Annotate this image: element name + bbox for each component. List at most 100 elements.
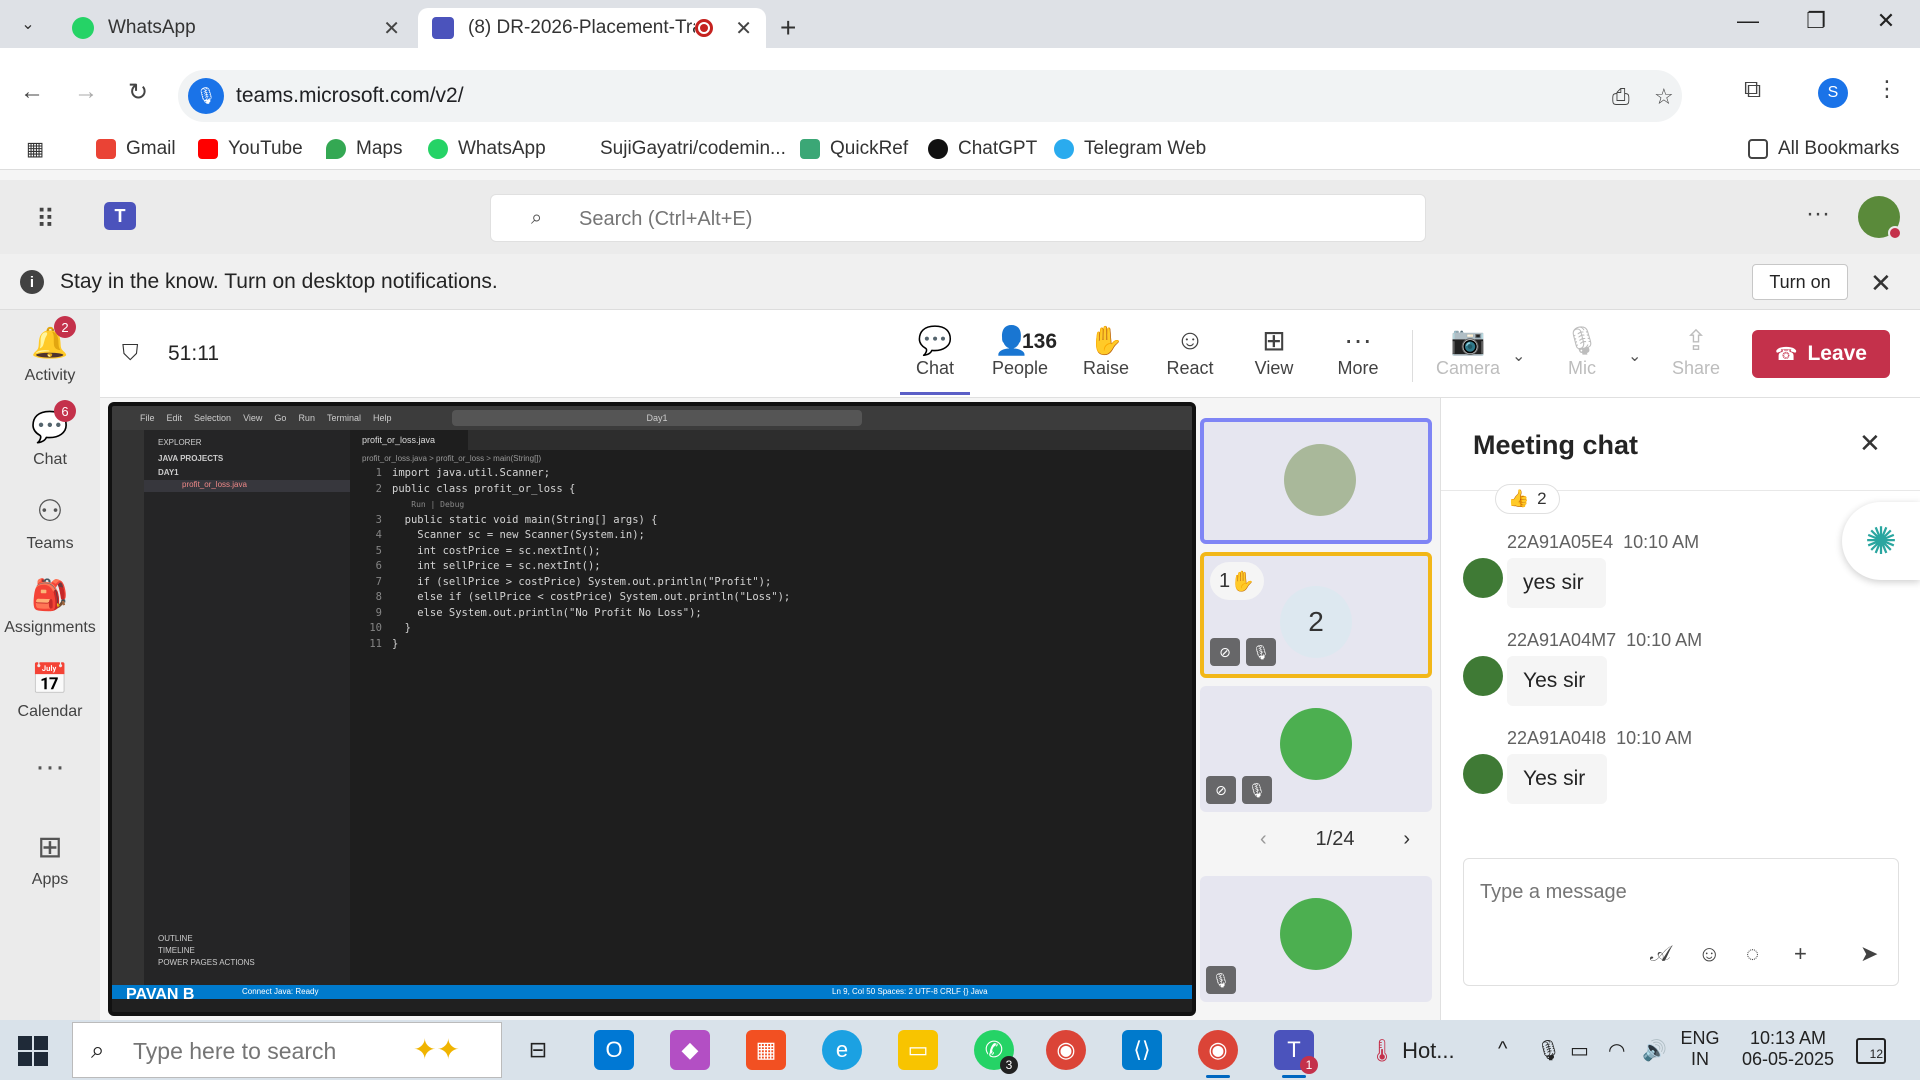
user-avatar[interactable] — [1858, 196, 1902, 240]
tray-mic-icon[interactable]: 🎙 — [1536, 1038, 1561, 1063]
copilot-app-icon[interactable]: ◆ — [670, 1030, 710, 1070]
participant-tile[interactable] — [1200, 418, 1432, 544]
bookmark-gmail[interactable]: Gmail — [96, 138, 176, 160]
reaction-pill[interactable]: 👍 2 — [1495, 484, 1560, 514]
weather-widget[interactable]: 🌡 Hot... — [1368, 1038, 1455, 1064]
bookmark-whatsapp[interactable]: WhatsApp — [428, 138, 546, 160]
minimize-icon[interactable]: — — [1718, 8, 1778, 34]
emoji-icon[interactable]: ☺ — [1698, 941, 1720, 967]
install-app-icon[interactable]: ⎙ — [1612, 84, 1630, 110]
extensions-icon[interactable]: ⧉ — [1744, 76, 1761, 104]
forward-arrow-icon[interactable]: → — [74, 78, 98, 106]
turn-on-button[interactable]: Turn on — [1752, 264, 1848, 300]
whatsapp-icon — [428, 139, 448, 159]
chrome-active-icon[interactable]: ◉ — [1198, 1030, 1238, 1078]
window-close-icon[interactable]: ✕ — [1856, 8, 1916, 34]
camera-button[interactable]: 📷 Camera — [1428, 324, 1508, 379]
tab-close-icon[interactable]: ✕ — [735, 16, 752, 41]
tab-whatsapp[interactable]: WhatsApp ✕ — [58, 8, 414, 48]
omnibox[interactable]: 🎙 teams.microsoft.com/v2/ ⎙ ☆ — [178, 70, 1682, 122]
camera-options-chevron-icon[interactable]: ⌄ — [1512, 346, 1525, 366]
rail-more[interactable]: ··· — [0, 750, 100, 790]
task-view-icon[interactable]: ⊟ — [518, 1030, 558, 1070]
more-options-icon[interactable]: ··· — [1806, 200, 1830, 228]
more-button[interactable]: ··· More — [1318, 324, 1398, 379]
bookmark-telegram[interactable]: Telegram Web — [1054, 138, 1206, 160]
leave-button[interactable]: ☎ Leave — [1752, 330, 1890, 378]
bookmark-codemind[interactable]: SujiGayatri/codemin... — [600, 138, 786, 160]
back-arrow-icon[interactable]: ← — [20, 78, 44, 106]
share-button[interactable]: ⇪ Share — [1656, 324, 1736, 379]
sender-avatar — [1463, 656, 1503, 696]
language-indicator[interactable]: ENG IN — [1680, 1028, 1720, 1070]
react-button[interactable]: ☺ React — [1150, 324, 1230, 379]
store-icon[interactable]: ▦ — [746, 1030, 786, 1070]
rail-calendar[interactable]: 📅 Calendar — [0, 662, 100, 721]
chat-button[interactable]: 💬 Chat — [895, 324, 975, 379]
chrome-icon[interactable]: ◉ — [1046, 1030, 1086, 1070]
apps-grid-icon[interactable]: ▦ — [26, 138, 44, 161]
participant-count-avatar: 2 — [1280, 586, 1352, 658]
mic-button[interactable]: 🎙 Mic — [1542, 324, 1622, 379]
message-input[interactable] — [1480, 877, 1880, 907]
close-chat-icon[interactable]: ✕ — [1859, 428, 1881, 459]
view-button[interactable]: ⊞ View — [1234, 324, 1314, 379]
new-tab-plus-icon[interactable]: + — [780, 12, 796, 44]
rail-apps[interactable]: ⊞ Apps — [0, 830, 100, 889]
sender-avatar — [1463, 754, 1503, 794]
chat-panel-title: Meeting chat — [1473, 430, 1639, 460]
teams-app-icon[interactable]: T1 — [1274, 1030, 1318, 1078]
rail-teams[interactable]: ⚇ Teams — [0, 494, 100, 553]
participant-tile[interactable]: 🎙 — [1200, 876, 1432, 1002]
next-page-chevron-icon[interactable]: › — [1403, 828, 1410, 851]
browser-menu-icon[interactable]: ⋮ — [1876, 76, 1898, 102]
rail-activity[interactable]: 🔔 2 Activity — [0, 316, 100, 385]
dismiss-close-icon[interactable]: ✕ — [1870, 268, 1892, 299]
taskbar-search[interactable]: ⌕ ✦✦ — [72, 1022, 502, 1078]
raise-hand-button[interactable]: ✋ Raise — [1066, 324, 1146, 379]
taskbar-search-input[interactable] — [133, 1037, 413, 1065]
bookmark-quickref[interactable]: QuickRef — [800, 138, 908, 160]
format-icon[interactable]: 𝒜 — [1650, 941, 1671, 967]
clock[interactable]: 10:13 AM 06-05-2025 — [1736, 1028, 1840, 1070]
vscode-icon[interactable]: ⟨⟩ — [1122, 1030, 1162, 1070]
all-bookmarks[interactable]: All Bookmarks — [1748, 138, 1899, 160]
send-icon[interactable]: ➤ — [1860, 941, 1878, 967]
bookmark-star-icon[interactable]: ☆ — [1654, 84, 1674, 110]
participant-tile[interactable]: ⊘ 🎙 — [1200, 686, 1432, 812]
whatsapp-icon[interactable]: ✆ 3 — [974, 1030, 1018, 1074]
participant-tile[interactable]: 1 ✋ 2 ⊘ 🎙 — [1200, 552, 1432, 678]
edge-icon[interactable]: e — [822, 1030, 862, 1070]
compose-box[interactable]: 𝒜 ☺ ◌ + ➤ — [1463, 858, 1899, 986]
copilot-icon[interactable]: ✺ — [1842, 502, 1920, 580]
microphone-icon[interactable]: 🎙 — [188, 78, 224, 114]
youtube-icon — [198, 139, 218, 159]
reload-icon[interactable]: ↻ — [128, 78, 148, 107]
app-launcher-icon[interactable]: ⠿ — [36, 204, 55, 235]
teams-search[interactable]: ⌕ — [490, 194, 1426, 242]
tab-close-icon[interactable]: ✕ — [383, 16, 400, 41]
tab-search-chevron-icon[interactable]: ⌄ — [12, 10, 44, 38]
volume-icon[interactable]: 🔊 — [1642, 1038, 1667, 1063]
loop-icon[interactable]: ◌ — [1746, 941, 1759, 967]
search-input[interactable] — [579, 205, 1379, 233]
tray-chevron-icon[interactable]: ^ — [1498, 1038, 1507, 1061]
wifi-icon[interactable]: ◠ — [1608, 1038, 1625, 1063]
file-explorer-icon[interactable]: ▭ — [898, 1030, 938, 1070]
bookmark-youtube[interactable]: YouTube — [198, 138, 303, 160]
windows-start-icon[interactable] — [18, 1036, 48, 1066]
rail-assignments[interactable]: 🎒 Assignments — [0, 578, 100, 637]
line-number: 6 — [375, 560, 382, 572]
tab-teams-meeting[interactable]: (8) DR-2026-Placement-Trai ✕ — [418, 8, 766, 48]
bookmark-chatgpt[interactable]: ChatGPT — [928, 138, 1037, 160]
restore-icon[interactable]: ❐ — [1786, 8, 1846, 34]
previous-page-chevron-icon[interactable]: ‹ — [1260, 828, 1267, 851]
bookmark-maps[interactable]: Maps — [326, 138, 402, 160]
notification-center-icon[interactable]: 12 — [1856, 1038, 1886, 1064]
profile-avatar[interactable]: S — [1818, 78, 1848, 108]
battery-icon[interactable]: ▭ — [1570, 1038, 1589, 1063]
attach-plus-icon[interactable]: + — [1794, 941, 1807, 967]
outlook-icon[interactable]: O — [594, 1030, 634, 1070]
rail-chat[interactable]: 💬 6 Chat — [0, 400, 100, 469]
mic-options-chevron-icon[interactable]: ⌄ — [1628, 346, 1641, 366]
